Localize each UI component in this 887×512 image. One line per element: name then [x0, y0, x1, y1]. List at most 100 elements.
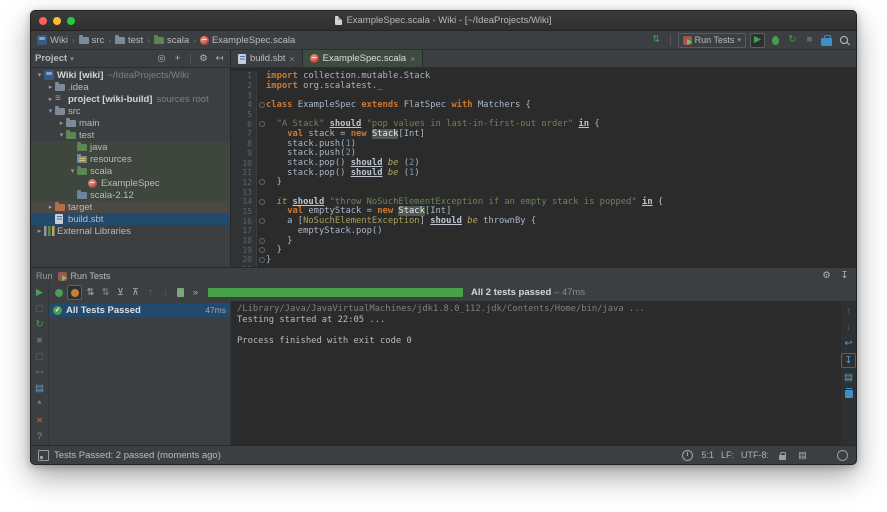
- hide-panel-icon[interactable]: ↤: [213, 52, 226, 65]
- test-history-icon[interactable]: [174, 286, 187, 299]
- rerun-failed-button[interactable]: ↻: [33, 318, 46, 331]
- soft-wrap-icon[interactable]: ↩: [842, 337, 855, 350]
- print-icon[interactable]: ▤: [842, 371, 855, 384]
- show-ignored-toggle[interactable]: [67, 285, 82, 300]
- run-button[interactable]: ▶: [750, 33, 765, 48]
- scroll-to-end-icon[interactable]: ↧: [841, 353, 856, 368]
- stop-button[interactable]: ■: [33, 334, 46, 347]
- dump-threads-icon[interactable]: ▢: [33, 350, 46, 363]
- stop-button[interactable]: ■: [803, 34, 816, 47]
- tree-item-resources[interactable]: resources: [31, 153, 230, 165]
- run-console[interactable]: /Library/Java/JavaVirtualMachines/jdk1.8…: [231, 301, 841, 445]
- caret-position[interactable]: 5:1: [701, 450, 714, 460]
- tree-item-.idea[interactable]: ▸.idea: [31, 81, 230, 93]
- clear-all-icon[interactable]: [842, 387, 855, 400]
- clock-icon[interactable]: [681, 449, 694, 462]
- tree-expand-icon[interactable]: ▸: [57, 119, 66, 127]
- frames-icon[interactable]: ▢: [33, 302, 46, 315]
- down-stack-trace-icon[interactable]: ↓: [842, 321, 855, 334]
- update-project-icon[interactable]: ⇅: [650, 34, 663, 47]
- hide-passed-toggle[interactable]: [52, 286, 65, 299]
- breadcrumb-item[interactable]: scala: [154, 35, 189, 46]
- more-options-icon[interactable]: »: [189, 286, 202, 299]
- sort-alphabetically-icon[interactable]: ⇅: [84, 286, 97, 299]
- tree-expand-icon[interactable]: ▸: [35, 227, 44, 235]
- code-text: import collection.mutable.Stack: [266, 71, 430, 81]
- tree-item-build.sbt[interactable]: build.sbt: [31, 213, 230, 225]
- collapse-all-icon[interactable]: ⊼: [129, 286, 142, 299]
- tree-item-target[interactable]: ▸target: [31, 201, 230, 213]
- tree-item-java[interactable]: java: [31, 141, 230, 153]
- rerun-tests-button[interactable]: ▶: [33, 286, 46, 299]
- code-text: import org.scalatest._: [266, 81, 383, 91]
- code-editor[interactable]: 1import collection.mutable.Stack2import …: [231, 68, 856, 267]
- zoom-window-button[interactable]: [67, 17, 75, 25]
- fold-marker[interactable]: [257, 257, 266, 263]
- expand-all-icon[interactable]: ⊻: [114, 286, 127, 299]
- close-tab-icon[interactable]: ×: [289, 54, 294, 64]
- tree-expand-icon[interactable]: ▸: [46, 83, 55, 91]
- minimize-window-button[interactable]: [53, 17, 61, 25]
- tree-item-scala[interactable]: ▾scala: [31, 165, 230, 177]
- lock-icon[interactable]: [776, 449, 789, 462]
- console-tab-icon[interactable]: ▤: [33, 382, 46, 395]
- tree-expand-icon[interactable]: ▸: [46, 95, 55, 103]
- code-line: 9 stack.push(2): [231, 149, 856, 159]
- fold-marker[interactable]: [257, 247, 266, 253]
- fold-marker[interactable]: [257, 199, 266, 205]
- next-failed-icon[interactable]: ↓: [159, 286, 172, 299]
- fold-marker[interactable]: [257, 218, 266, 224]
- filter-icon[interactable]: *: [33, 398, 46, 411]
- line-separator[interactable]: LF:: [721, 450, 734, 460]
- run-configuration-select[interactable]: Run Tests ▾: [678, 33, 746, 48]
- toolbox-icon[interactable]: [820, 34, 833, 47]
- gear-icon[interactable]: ⚙: [820, 270, 833, 283]
- test-result-row[interactable]: ✓All Tests Passed47ms: [49, 303, 230, 317]
- tree-item-scala-2.12[interactable]: scala-2.12: [31, 189, 230, 201]
- tree-expand-icon[interactable]: ▾: [46, 107, 55, 115]
- up-stack-trace-icon[interactable]: ↑: [842, 305, 855, 318]
- tree-item-test[interactable]: ▾test: [31, 129, 230, 141]
- gear-icon[interactable]: ⚙: [197, 52, 210, 65]
- exit-icon[interactable]: ↤: [33, 366, 46, 379]
- fold-marker[interactable]: [257, 121, 266, 127]
- locate-file-icon[interactable]: ◎: [155, 52, 168, 65]
- tree-expand-icon[interactable]: ▸: [46, 203, 55, 211]
- sort-by-duration-icon[interactable]: ⇅: [99, 286, 112, 299]
- breadcrumb-item[interactable]: ExampleSpec.scala: [200, 35, 295, 46]
- teamcity-icon[interactable]: [816, 449, 829, 462]
- search-everywhere-button[interactable]: [837, 34, 850, 47]
- columns-icon-shape[interactable]: ▤: [796, 449, 809, 462]
- tab-ExampleSpec.scala[interactable]: ExampleSpec.scala×: [303, 50, 424, 67]
- encoding[interactable]: UTF-8:: [741, 450, 769, 460]
- chevron-down-icon[interactable]: ▾: [70, 55, 74, 63]
- close-button[interactable]: ×: [33, 414, 46, 427]
- tree-item-project-wiki-build-[interactable]: ▸≡project [wiki-build]sources root: [31, 93, 230, 105]
- collapse-all-icon[interactable]: +: [171, 52, 184, 65]
- previous-failed-icon[interactable]: ↑: [144, 286, 157, 299]
- breadcrumb-item[interactable]: test: [115, 35, 143, 46]
- run-panel-tab[interactable]: Run Tests: [58, 271, 111, 281]
- close-window-button[interactable]: [39, 17, 47, 25]
- tree-expand-icon[interactable]: ▾: [57, 131, 66, 139]
- fold-marker[interactable]: [257, 179, 266, 185]
- hide-panel-icon[interactable]: ↧: [838, 270, 851, 283]
- tree-expand-icon[interactable]: ▾: [35, 71, 44, 79]
- tree-item-Wiki-wiki-[interactable]: ▾Wiki [wiki]~/IdeaProjects/Wiki: [31, 69, 230, 81]
- tree-item-src[interactable]: ▾src: [31, 105, 230, 117]
- fold-marker[interactable]: [257, 238, 266, 244]
- tab-build.sbt[interactable]: build.sbt×: [231, 50, 303, 67]
- toolwindow-switcher-icon[interactable]: [38, 450, 49, 461]
- fold-marker[interactable]: [257, 102, 266, 108]
- breadcrumb-item[interactable]: src: [79, 35, 105, 46]
- close-tab-icon[interactable]: ×: [410, 54, 415, 64]
- debug-button[interactable]: [769, 34, 782, 47]
- breadcrumb-item[interactable]: Wiki: [37, 35, 68, 46]
- coverage-button[interactable]: ↻: [786, 34, 799, 47]
- hector-icon[interactable]: [836, 449, 849, 462]
- tree-item-ExampleSpec[interactable]: ExampleSpec: [31, 177, 230, 189]
- tree-expand-icon[interactable]: ▾: [68, 167, 77, 175]
- tree-item-main[interactable]: ▸main: [31, 117, 230, 129]
- help-button[interactable]: ?: [33, 430, 46, 443]
- tree-item-External-Libraries[interactable]: ▸External Libraries: [31, 225, 230, 237]
